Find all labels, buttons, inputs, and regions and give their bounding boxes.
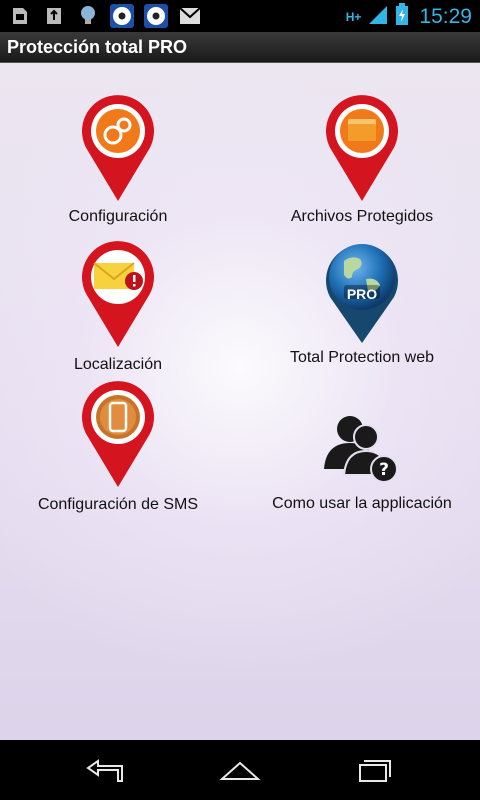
menu-item-label: Como usar la applicación xyxy=(272,495,452,512)
soccer-ball-icon xyxy=(110,4,134,28)
recent-apps-button[interactable] xyxy=(342,754,402,786)
clock: 15:29 xyxy=(419,4,472,28)
menu-item-archivos-protegidos[interactable]: Archivos Protegidos xyxy=(272,93,452,233)
lightbulb-icon xyxy=(76,4,100,28)
menu-item-label: Archivos Protegidos xyxy=(290,208,434,225)
gmail-icon xyxy=(178,4,202,28)
app-title: Protección total PRO xyxy=(7,37,188,57)
signal-icon xyxy=(367,4,389,29)
menu-item-label: Configuración xyxy=(68,208,168,225)
usb-icon xyxy=(42,4,66,28)
menu-item-configuracion-sms[interactable]: Configuración de SMS xyxy=(0,379,236,519)
soccer-ball-icon xyxy=(144,4,168,28)
menu-item-configuracion[interactable]: Configuración xyxy=(28,93,208,233)
battery-icon xyxy=(395,3,409,30)
menu-item-localizacion[interactable]: Localización xyxy=(28,239,208,379)
main-menu: Configuración Archivos Protegidos Locali… xyxy=(0,63,480,740)
envelope-icon xyxy=(82,241,154,347)
folder-icon xyxy=(326,95,398,201)
menu-item-total-protection-web[interactable]: PRO Total Protection web xyxy=(272,239,452,379)
back-arrow-icon xyxy=(86,759,123,782)
gear-icon xyxy=(82,95,154,201)
sd-card-icon xyxy=(8,4,32,28)
action-bar: Protección total PRO xyxy=(0,32,480,63)
menu-item-como-usar[interactable]: ? Como usar la applicación xyxy=(252,379,472,519)
menu-item-label: Localización xyxy=(73,356,163,373)
home-button[interactable] xyxy=(210,754,270,786)
home-icon xyxy=(219,761,261,780)
menu-item-label: Total Protection web xyxy=(289,349,435,366)
svg-text:?: ? xyxy=(379,460,389,480)
pro-badge: PRO xyxy=(346,286,378,302)
back-button[interactable] xyxy=(76,754,136,786)
recent-apps-icon xyxy=(359,760,391,782)
network-type: H+ xyxy=(345,9,362,24)
navigation-bar xyxy=(0,740,480,800)
phone-icon xyxy=(82,381,154,487)
status-bar: H+ 15:29 xyxy=(0,0,480,32)
menu-item-label: Configuración de SMS xyxy=(37,496,199,513)
help-users-icon: ? xyxy=(324,416,398,483)
